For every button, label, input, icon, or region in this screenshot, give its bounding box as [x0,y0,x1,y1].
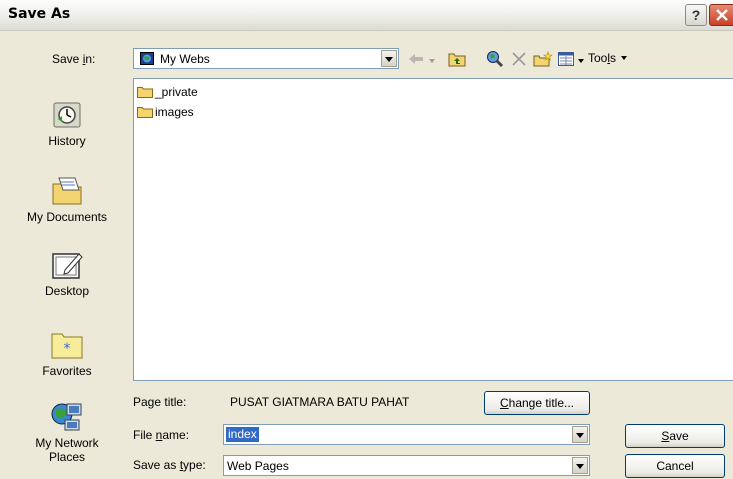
file-name-private: _private [155,85,198,99]
my-documents-icon [52,177,82,205]
change-title-post: hange title... [508,396,575,410]
save-as-dialog: Save As ? Save in: My Webs Tools History… [0,0,733,479]
place-my-network-places[interactable]: My Network Places [8,400,126,464]
tools-label-post: s [610,51,617,65]
place-label-history: History [48,134,86,148]
places-bar: History My Documents Desktop * Favorites… [8,78,126,470]
save-in-dropdown-button[interactable] [381,50,397,67]
page-title-value: PUSAT GIATMARA BATU PAHAT [230,395,410,409]
back-button[interactable] [406,48,426,69]
desktop-icon [52,253,83,279]
save-button[interactable]: Save [625,424,725,448]
new-folder-button[interactable] [532,48,554,69]
chevron-down-icon [429,59,435,63]
close-button[interactable] [709,4,733,26]
save-as-type-combo[interactable]: Web Pages [223,455,590,476]
file-name-label: File name: [133,428,189,442]
up-folder-icon [448,53,466,67]
web-folder-icon [140,52,154,65]
delete-button[interactable] [509,48,529,69]
file-name-label-pre: File [133,428,156,442]
change-title-button[interactable]: Change title... [484,391,590,415]
tools-menu[interactable]: Tools [588,48,654,69]
back-arrow-icon [409,54,423,64]
save-in-combo[interactable]: My Webs [133,48,399,69]
place-label-my-documents: My Documents [26,210,108,224]
save-as-type-dropdown-button[interactable] [572,457,588,474]
folder-icon [137,87,153,98]
save-as-type-label: Save as type: [133,458,206,472]
save-type-label-pre: Save as [133,458,180,472]
place-my-documents[interactable]: My Documents [8,174,126,224]
page-title-label: Page title: [133,395,187,409]
save-in-label: Save in: [52,52,95,66]
window-title: Save As [8,6,71,22]
place-label-my-network-line1: My Network [35,436,99,450]
close-icon [715,9,728,21]
file-name-value: index [226,427,259,442]
search-web-icon [487,51,504,68]
delete-icon [512,52,526,66]
file-list[interactable]: _private images [133,78,733,381]
save-type-label-post: ype: [183,458,206,472]
save-as-type-value: Web Pages [227,459,289,473]
place-label-my-network: My Network Places [8,436,126,464]
views-dropdown[interactable] [577,48,585,69]
chevron-down-icon [578,59,584,63]
favorites-icon: * [51,333,83,359]
help-button[interactable]: ? [685,4,707,26]
cancel-button[interactable]: Cancel [625,454,725,478]
change-title-key: C [499,396,509,410]
save-in-label-post: n: [85,52,96,66]
tools-label-pre: Too [588,51,608,65]
views-button[interactable] [556,48,576,69]
svg-text:*: * [64,341,71,357]
file-item-images[interactable]: images [137,103,194,121]
save-in-label-pre: Save [52,52,83,66]
up-one-level-button[interactable] [446,48,468,69]
save-in-value: My Webs [160,52,210,66]
network-places-icon [51,403,82,431]
place-history[interactable]: History [8,98,126,148]
place-favorites[interactable]: * Favorites [8,328,126,378]
file-name-label-post: ame: [162,428,190,442]
place-desktop[interactable]: Desktop [8,248,126,298]
file-name-field[interactable]: index [223,424,590,445]
folder-icon [137,107,153,118]
search-web-button[interactable] [484,48,506,69]
views-icon [558,52,574,66]
place-label-my-network-line2: Places [48,450,86,464]
place-label-desktop: Desktop [44,284,90,298]
file-item-private[interactable]: _private [137,83,198,101]
file-name-images: images [155,105,194,119]
new-folder-icon [533,51,553,67]
save-button-post: ave [669,429,689,443]
file-name-dropdown-button[interactable] [572,426,588,443]
title-bar[interactable]: Save As ? [0,0,733,31]
back-dropdown[interactable] [427,48,437,69]
history-icon [53,102,81,128]
chevron-down-icon [621,56,628,60]
place-label-favorites: Favorites [42,364,92,378]
